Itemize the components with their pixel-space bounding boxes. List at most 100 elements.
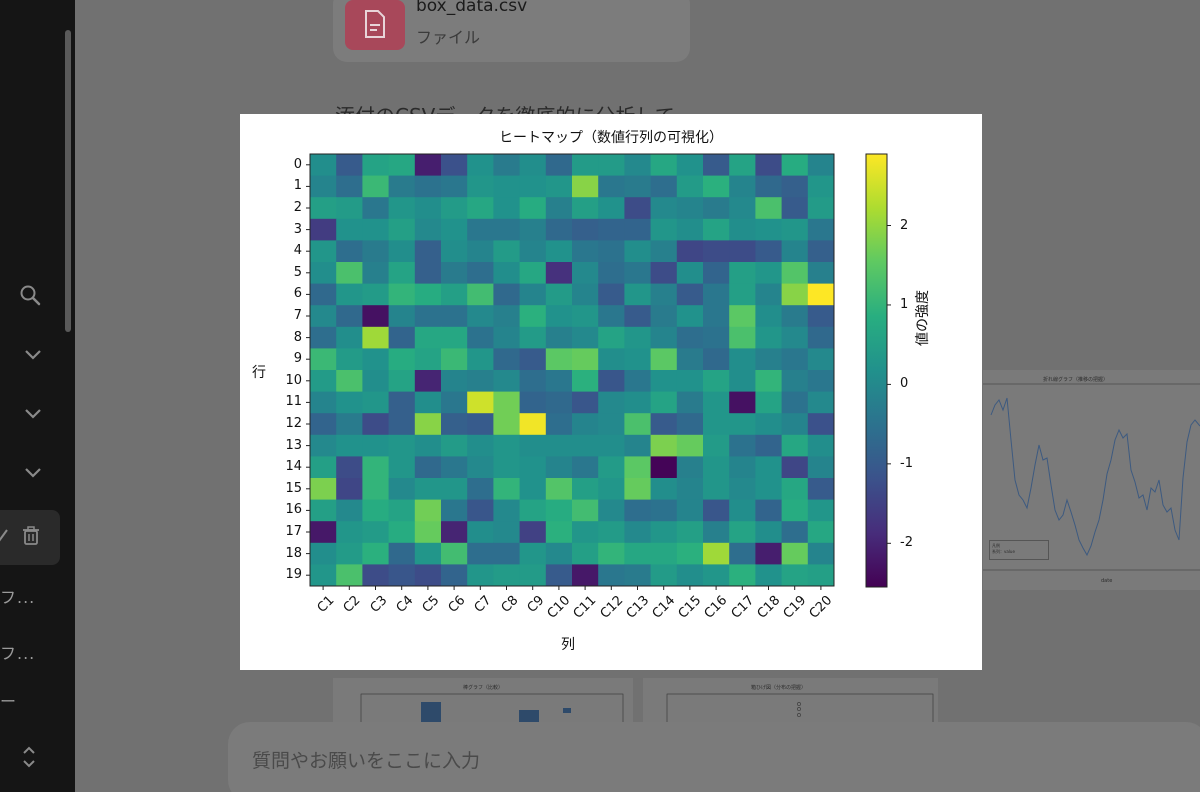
heatmap-cell [729,564,756,587]
heatmap-cell [414,154,442,177]
heatmap-cell [572,413,599,436]
heatmap-cell [572,305,599,328]
chevron-down-icon[interactable] [24,349,42,361]
heatmap-cell [519,197,547,220]
heatmap-cell [807,262,835,285]
heatmap-cell [388,305,416,328]
heatmap-cell [624,564,652,587]
heatmap-cell [388,197,416,220]
heatmap-cell [545,391,573,414]
heatmap-cell [624,326,652,349]
trash-icon[interactable] [22,526,40,546]
heatmap-cell [493,305,521,328]
heatmap-cell [388,521,416,544]
search-icon[interactable] [19,284,41,310]
heatmap-cell [310,175,337,198]
line-chart-thumbnail[interactable]: 折れ線グラフ（推移の把握） 凡例 系列：value date [983,370,1200,590]
heatmap-cell [676,564,704,587]
heatmap-cell [441,348,468,371]
heatmap-cell [598,413,625,436]
heatmap-cell [703,478,730,501]
heatmap-cell [388,542,416,565]
heatmap-cell [807,564,835,587]
heatmap-cell [441,326,468,349]
colorbar-label: 値の強度 [915,290,931,346]
heatmap-cell [729,262,756,285]
heatmap-cell [598,542,625,565]
heatmap-cell [598,175,625,198]
heatmap-cell [362,305,390,328]
heatmap-cell [441,564,468,587]
sidebar-scrollbar[interactable] [65,30,71,332]
y-tick-label: 15 [285,480,302,496]
chevron-down-icon[interactable] [24,467,42,479]
heatmap-cell [729,413,756,436]
heatmap-cell [703,175,730,198]
heatmap-cell [755,348,783,371]
edit-icon[interactable] [0,528,10,542]
heatmap-cell [414,434,442,457]
y-tick-label: 0 [293,156,302,172]
heatmap-cell [545,240,573,263]
heatmap-cell [755,197,783,220]
heatmap-cell [388,499,416,522]
heatmap-cell [676,542,704,565]
heatmap-cell [781,326,809,349]
heatmap-cell [676,499,704,522]
heatmap-cell [624,478,652,501]
sidebar-item-label[interactable]: フ... [0,640,35,664]
heatmap-cell [441,283,468,306]
heatmap-cell [493,521,521,544]
heatmap-cell [572,434,599,457]
heatmap-cell [388,262,416,285]
heatmap-cell [624,521,652,544]
heatmap-cell [676,521,704,544]
heatmap-cell [414,283,442,306]
heatmap-cell [755,521,783,544]
heatmap-cell [676,370,704,393]
heatmap-cell [703,197,730,220]
heatmap-plot [306,153,891,590]
heatmap-cell [336,391,363,414]
heatmap-cell [545,175,573,198]
heatmap-cell [755,391,783,414]
chat-input-placeholder[interactable]: 質問やお願いをここに入力 [252,746,480,773]
heatmap-cell [493,456,521,479]
sidebar-item-label[interactable]: フ... [0,584,35,608]
heatmap-cell [781,413,809,436]
heatmap-cell [807,175,835,198]
heatmap-cell [807,456,835,479]
heatmap-cell [755,283,783,306]
expand-updown-icon[interactable] [22,745,36,769]
heatmap-cell [467,413,494,436]
heatmap-cell [441,413,468,436]
heatmap-cell [310,240,337,263]
heatmap-cell [545,413,573,436]
heatmap-cell [572,154,599,177]
heatmap-cell [703,413,730,436]
sidebar-item-label[interactable]: ー [0,688,17,712]
heatmap-cell [676,326,704,349]
heatmap-cell [676,197,704,220]
sidebar-selected-item[interactable] [0,510,60,565]
heatmap-cell [703,521,730,544]
heatmap-cell [467,154,494,177]
heatmap-cell [519,434,547,457]
heatmap-cell [467,478,494,501]
heatmap-cell [310,521,337,544]
heatmap-cell [729,370,756,393]
heatmap-cell [676,154,704,177]
heatmap-cell [729,240,756,263]
heatmap-cell [598,521,625,544]
heatmap-cell [572,348,599,371]
heatmap-cell [624,262,652,285]
heatmap-cell [650,175,678,198]
heatmap-cell [493,283,521,306]
heatmap-cell [310,434,337,457]
heatmap-cell [703,218,730,241]
heatmap-cell [388,456,416,479]
heatmap-cell [572,218,599,241]
heatmap-cell [362,262,390,285]
chevron-down-icon[interactable] [24,408,42,420]
heatmap-cell [493,542,521,565]
